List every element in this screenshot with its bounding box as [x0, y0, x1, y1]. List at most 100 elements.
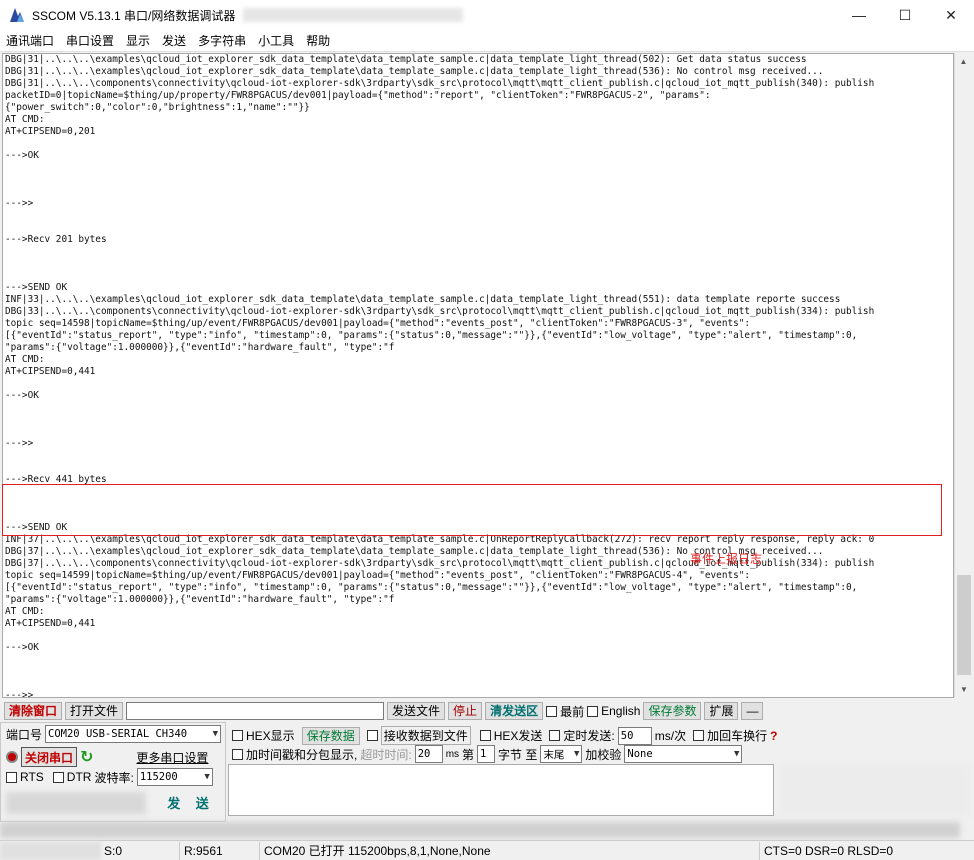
toolbar: 清除窗口 打开文件 发送文件 停止 清发送区 最前 English 保存参数 扩… [0, 700, 974, 722]
open-file-button[interactable]: 打开文件 [65, 702, 124, 720]
chevron-down-icon: ▼ [733, 749, 740, 759]
more-settings-button[interactable]: 更多串口设置 [136, 749, 208, 766]
english-checkbox[interactable]: English [587, 704, 640, 718]
nth-byte-input[interactable]: 1 [477, 745, 496, 763]
highlight-box [2, 484, 942, 536]
timeout-label: 超时时间: [360, 747, 412, 762]
send-button[interactable]: 发 送 [160, 790, 222, 814]
maximize-button[interactable]: ☐ [882, 0, 928, 30]
recv-to-file-checkbox[interactable]: 接收数据到文件 [366, 726, 471, 745]
log-line: --->OK [5, 642, 39, 653]
log-line: AT CMD: [5, 354, 45, 365]
checksum-label: 加校验 [585, 747, 622, 762]
minimize-button[interactable]: — [836, 0, 882, 30]
log-line: DBG|33|..\..\..\components\connectivity\… [5, 306, 875, 317]
log-line: AT+CIPSEND=0,201 [5, 126, 96, 137]
status-redacted [0, 841, 100, 860]
clear-send-button[interactable]: 清发送区 [485, 702, 544, 720]
line-control-row: RTS DTR 波特率: 115200 ▼ [6, 768, 213, 786]
log-line: topic seq=14599|topicName=$thing/up/even… [5, 570, 751, 581]
interval-input[interactable]: 50 [617, 726, 652, 745]
save-data-button[interactable]: 保存数据 [301, 726, 360, 745]
topmost-checkbox[interactable]: 最前 [546, 703, 584, 720]
refresh-icon[interactable]: ↻ [80, 747, 93, 767]
file-path-input[interactable] [126, 702, 385, 720]
menu-bar: 通讯端口 串口设置 显示 发送 多字符串 小工具 帮助 [0, 30, 974, 52]
port-select[interactable]: COM20 USB-SERIAL CH340 ▼ [45, 725, 222, 743]
close-icon: ✕ [945, 6, 957, 23]
menu-serial-settings[interactable]: 串口设置 [60, 31, 120, 51]
log-line: DBG|37|..\..\..\components\connectivity\… [5, 558, 875, 569]
log-line: --->OK [5, 390, 39, 401]
hex-send-checkbox[interactable]: HEX发送 [479, 727, 542, 744]
send-file-button[interactable]: 发送文件 [387, 702, 446, 720]
scroll-down-icon[interactable]: ▼ [955, 681, 973, 698]
receive-log[interactable]: DBG|31|..\..\..\examples\qcloud_iot_expl… [2, 53, 954, 698]
timeout-unit: ms [445, 748, 460, 760]
status-recv-count: R:9561 [180, 841, 260, 860]
options-row-1: HEX显示 保存数据 接收数据到文件 HEX发送 定时发送: 50 ms/次 加… [232, 726, 777, 745]
end-select[interactable]: 末尾 ▼ [540, 745, 583, 763]
add-crlf-checkbox[interactable]: 加回车换行 [693, 727, 767, 744]
title-bar: SSCOM V5.13.1 串口/网络数据调试器 — ☐ ✕ [0, 0, 974, 30]
chevron-down-icon: ▼ [204, 772, 210, 782]
close-port-button[interactable]: 关闭串口 [21, 747, 78, 767]
hex-display-checkbox[interactable]: HEX显示 [232, 727, 295, 744]
baud-select[interactable]: 115200 ▼ [136, 768, 213, 786]
close-button[interactable]: ✕ [928, 0, 974, 30]
log-line: --->> [5, 438, 34, 449]
help-icon[interactable]: ? [770, 729, 777, 743]
stop-button[interactable]: 停止 [448, 702, 483, 720]
menu-display[interactable]: 显示 [120, 31, 156, 51]
log-vertical-scrollbar[interactable]: ▲ ▼ [954, 53, 972, 698]
expand-button[interactable]: 扩展 [704, 702, 739, 720]
chevron-down-icon: ▼ [573, 749, 580, 759]
maximize-icon: ☐ [898, 6, 912, 23]
port-status-indicator [6, 751, 18, 763]
redacted-area-right [780, 764, 970, 816]
scroll-up-icon[interactable]: ▲ [955, 53, 972, 70]
rts-checkbox[interactable]: RTS [6, 770, 44, 784]
clear-window-button[interactable]: 清除窗口 [4, 702, 63, 720]
baud-label: 波特率: [94, 770, 134, 785]
nth-label: 第 [462, 747, 475, 762]
menu-tools[interactable]: 小工具 [252, 31, 300, 51]
status-line-signals: CTS=0 DSR=0 RLSD=0 [764, 843, 894, 858]
timed-send-checkbox[interactable]: 定时发送: [549, 727, 615, 744]
log-line: AT+CIPSEND=0,441 [5, 618, 96, 629]
send-textarea[interactable] [228, 764, 774, 816]
scroll-thumb[interactable] [957, 575, 971, 675]
menu-help[interactable]: 帮助 [300, 31, 336, 51]
redacted-banner [0, 822, 960, 838]
menu-comm-port[interactable]: 通讯端口 [0, 31, 60, 51]
log-line: [{"eventId":"status_report", "type":"inf… [5, 582, 858, 593]
window-title: SSCOM V5.13.1 串口/网络数据调试器 [32, 8, 236, 23]
log-line: --->OK [5, 150, 39, 161]
annotation-label: 事件上报日志 [690, 552, 763, 566]
log-line: --->SEND OK [5, 282, 68, 293]
menu-multi-string[interactable]: 多字符串 [192, 31, 252, 51]
collapse-button[interactable]: — [741, 702, 764, 720]
save-params-button[interactable]: 保存参数 [643, 702, 702, 720]
log-line: AT CMD: [5, 606, 45, 617]
timestamp-split-checkbox[interactable]: 加时间戳和分包显示, [232, 746, 357, 763]
timeout-input[interactable]: 20 [414, 745, 443, 763]
log-line: "params":{"voltage":1.000000}},{"eventId… [5, 594, 395, 605]
menu-send[interactable]: 发送 [156, 31, 192, 51]
dtr-checkbox[interactable]: DTR [52, 770, 91, 784]
checksum-select[interactable]: None ▼ [624, 745, 743, 763]
log-line: "params":{"voltage":1.000000}},{"eventId… [5, 342, 395, 353]
port-control-row: 关闭串口 ↻ 更多串口设置 [6, 747, 208, 767]
byte-to-label: 字节 至 [498, 747, 538, 762]
